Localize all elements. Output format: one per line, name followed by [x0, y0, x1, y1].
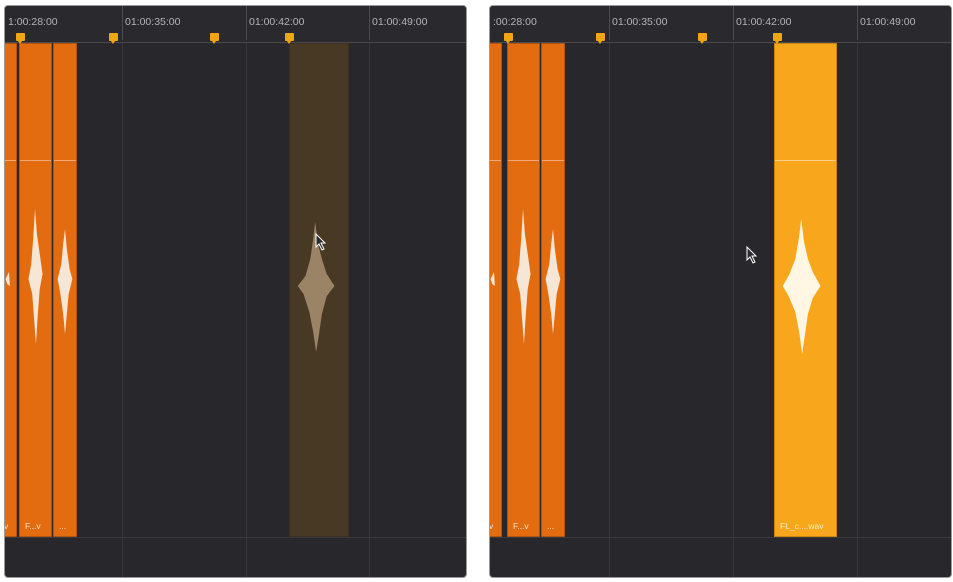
pointer-arrow-icon: [315, 233, 327, 251]
clip-level-line: [54, 160, 76, 161]
timecode-ruler[interactable]: 1:00:28:00 01:00:35:00 01:00:42:00 01:00…: [5, 6, 466, 44]
timecode-label: 01:00:42:00: [249, 16, 305, 28]
pointer-arrow-icon: [746, 246, 758, 264]
timecode-label: :00:28:00: [493, 16, 537, 28]
clip-name: F...v: [25, 521, 41, 531]
grid-line: [857, 42, 858, 577]
timeline-panel-after[interactable]: :00:28:00 01:00:35:00 01:00:42:00 01:00:…: [489, 5, 952, 578]
clip-name: ...: [547, 521, 555, 531]
ruler-tick: [609, 6, 610, 40]
ruler-tick: [122, 6, 123, 40]
timecode-label: 1:00:28:00: [8, 16, 58, 28]
grid-line: [246, 42, 247, 577]
audio-waveform: [5, 272, 10, 286]
clip-name: ...: [59, 521, 67, 531]
audio-waveform: [516, 209, 531, 344]
clip-name: F...v: [513, 521, 529, 531]
timeline-marker[interactable]: [596, 33, 605, 44]
clip-name: v: [4, 521, 9, 531]
ruler-tick: [246, 6, 247, 40]
timecode-label: 01:00:49:00: [860, 16, 916, 28]
audio-waveform: [57, 229, 73, 334]
timeline-marker[interactable]: [773, 33, 782, 44]
timeline-marker[interactable]: [504, 33, 513, 44]
track-divider: [490, 537, 951, 538]
timeline-marker[interactable]: [16, 33, 25, 44]
clip-level-line: [508, 160, 539, 161]
clip-level-line: [490, 160, 501, 161]
audio-waveform: [490, 272, 495, 286]
audio-waveform: [28, 209, 43, 344]
timeline-marker[interactable]: [109, 33, 118, 44]
track-divider: [5, 537, 466, 538]
audio-clip[interactable]: ...: [53, 43, 77, 537]
audio-clip[interactable]: F...v: [507, 43, 540, 537]
timecode-label: 01:00:42:00: [736, 16, 792, 28]
timeline-marker[interactable]: [698, 33, 707, 44]
ruler-tick: [369, 6, 370, 40]
audio-clip[interactable]: v: [489, 43, 502, 537]
clip-level-line: [5, 160, 16, 161]
timecode-label: 01:00:49:00: [372, 16, 428, 28]
timeline-marker[interactable]: [210, 33, 219, 44]
dragged-clip-ghost[interactable]: [289, 43, 349, 537]
grid-line: [122, 42, 123, 577]
audio-clip[interactable]: F...v: [19, 43, 52, 537]
timecode-ruler[interactable]: :00:28:00 01:00:35:00 01:00:42:00 01:00:…: [490, 6, 951, 44]
audio-waveform: [545, 229, 561, 334]
clip-level-line: [542, 160, 564, 161]
grid-line: [369, 42, 370, 577]
clip-name: FL_c....wav: [780, 521, 824, 531]
grid-line: [733, 42, 734, 577]
ruler-tick: [733, 6, 734, 40]
timeline-marker[interactable]: [285, 33, 294, 44]
audio-waveform: [782, 219, 821, 354]
clip-level-line: [20, 160, 51, 161]
timeline-panel-before[interactable]: 1:00:28:00 01:00:35:00 01:00:42:00 01:00…: [4, 5, 467, 578]
audio-clip[interactable]: ...: [541, 43, 565, 537]
selected-audio-clip[interactable]: FL_c....wav: [774, 43, 837, 537]
ruler-tick: [857, 6, 858, 40]
clip-name: v: [489, 521, 494, 531]
audio-clip[interactable]: v: [4, 43, 17, 537]
timecode-label: 01:00:35:00: [125, 16, 181, 28]
clip-level-line: [775, 160, 836, 161]
grid-line: [609, 42, 610, 577]
timecode-label: 01:00:35:00: [612, 16, 668, 28]
